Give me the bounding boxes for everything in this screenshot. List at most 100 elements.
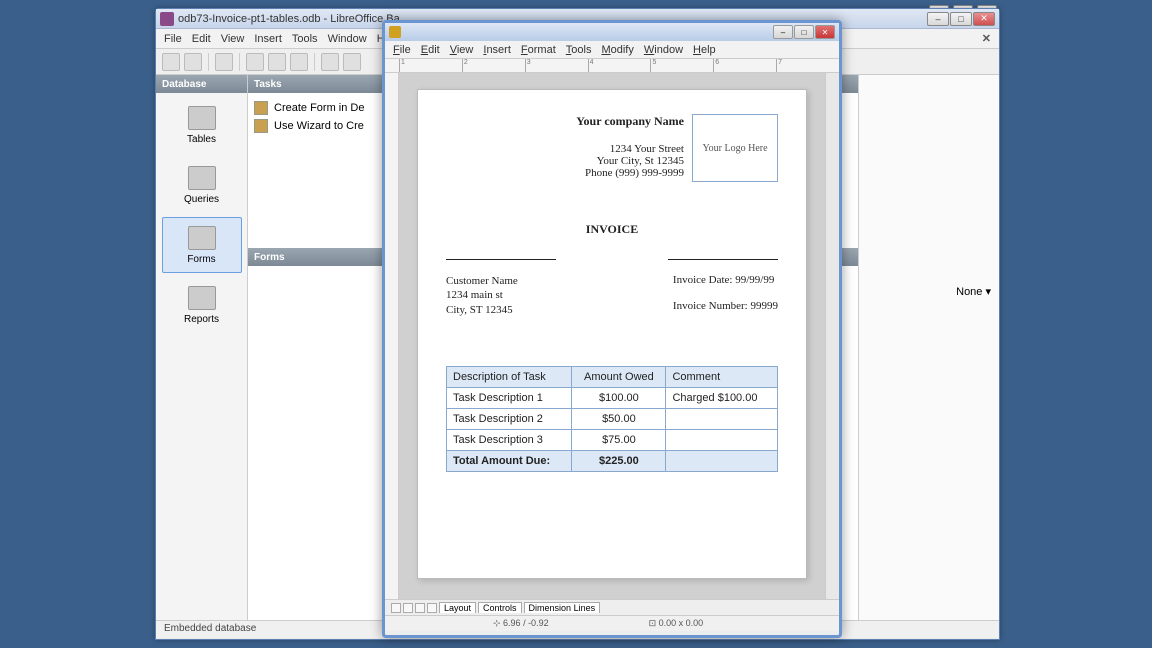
- invoice-date: Invoice Date: 99/99/99: [673, 274, 778, 286]
- writer-titlebar[interactable]: – □ ✕: [385, 23, 839, 41]
- status-coords: ⊹ 6.96 / -0.92: [493, 618, 549, 629]
- base-close-button[interactable]: ✕: [973, 12, 995, 26]
- menu-window[interactable]: Window: [328, 33, 367, 45]
- queries-icon: [188, 166, 216, 190]
- db-item-label: Queries: [184, 194, 219, 205]
- writer-maximize-button[interactable]: □: [794, 25, 814, 39]
- document-page[interactable]: Your company Name 1234 Your Street Your …: [417, 89, 807, 579]
- writer-close-button[interactable]: ✕: [815, 25, 835, 39]
- toolbar-separator: [208, 53, 209, 71]
- writer-window: – □ ✕ File Edit View Insert Format Tools…: [382, 20, 842, 638]
- ruler-tick: 5: [650, 59, 713, 72]
- th-amount: Amount Owed: [572, 367, 666, 388]
- toolbar-new-icon[interactable]: [162, 53, 180, 71]
- tab-nav-last-icon[interactable]: [427, 603, 437, 613]
- ruler-tick: 4: [588, 59, 651, 72]
- menu-edit[interactable]: Edit: [192, 33, 211, 45]
- toolbar-save-icon[interactable]: [215, 53, 233, 71]
- invoice-table[interactable]: Description of Task Amount Owed Comment …: [446, 366, 778, 472]
- divider-line: [446, 259, 556, 260]
- tab-controls[interactable]: Controls: [478, 602, 522, 613]
- tab-nav-next-icon[interactable]: [415, 603, 425, 613]
- database-panel-header: Database: [156, 75, 247, 93]
- invoice-number: Invoice Number: 99999: [673, 300, 778, 312]
- writer-canvas: Your company Name 1234 Your Street Your …: [385, 73, 839, 599]
- tab-nav-prev-icon[interactable]: [403, 603, 413, 613]
- tab-layout[interactable]: Layout: [439, 602, 476, 613]
- th-comment: Comment: [666, 367, 778, 388]
- wmenu-edit[interactable]: Edit: [421, 44, 440, 56]
- customer-name: Customer Name: [446, 274, 518, 288]
- company-phone: Phone (999) 999-9999: [576, 167, 684, 179]
- wmenu-modify[interactable]: Modify: [601, 44, 633, 56]
- cell-amount: $100.00: [572, 388, 666, 409]
- tab-nav-first-icon[interactable]: [391, 603, 401, 613]
- table-row[interactable]: Task Description 1 $100.00 Charged $100.…: [447, 388, 778, 409]
- toolbar-separator: [314, 53, 315, 71]
- table-row[interactable]: Task Description 2 $50.00: [447, 409, 778, 430]
- base-maximize-button[interactable]: □: [950, 12, 972, 26]
- base-minimize-button[interactable]: –: [927, 12, 949, 26]
- tab-dimension[interactable]: Dimension Lines: [524, 602, 601, 613]
- menu-view[interactable]: View: [221, 33, 245, 45]
- horizontal-ruler[interactable]: 1 2 3 4 5 6 7: [385, 59, 839, 73]
- writer-tab-bar: Layout Controls Dimension Lines: [385, 599, 839, 615]
- toolbar-sort-icon[interactable]: [290, 53, 308, 71]
- menu-tools[interactable]: Tools: [292, 33, 318, 45]
- wmenu-insert[interactable]: Insert: [483, 44, 511, 56]
- divider-line: [668, 259, 778, 260]
- cell-amount: $50.00: [572, 409, 666, 430]
- logo-placeholder[interactable]: Your Logo Here: [692, 114, 778, 182]
- total-blank: [666, 451, 778, 472]
- none-dropdown[interactable]: None ▾: [956, 286, 991, 298]
- vertical-ruler[interactable]: [385, 73, 399, 599]
- invoice-title: INVOICE: [446, 222, 778, 237]
- toolbar-open-icon[interactable]: [184, 53, 202, 71]
- base-app-icon: [160, 12, 174, 26]
- wmenu-tools[interactable]: Tools: [566, 44, 592, 56]
- toolbar-copy-icon[interactable]: [246, 53, 264, 71]
- writer-menubar: File Edit View Insert Format Tools Modif…: [385, 41, 839, 59]
- cell-desc: Task Description 3: [447, 430, 572, 451]
- db-item-forms[interactable]: Forms: [162, 217, 242, 273]
- company-city: Your City, St 12345: [576, 155, 684, 167]
- table-row[interactable]: Task Description 3 $75.00: [447, 430, 778, 451]
- inner-close-button[interactable]: ✕: [982, 32, 991, 45]
- cell-amount: $75.00: [572, 430, 666, 451]
- wizard-icon: [254, 119, 268, 133]
- writer-statusbar: ⊹ 6.96 / -0.92 ⊡ 0.00 x 0.00: [385, 615, 839, 631]
- cell-comment: Charged $100.00: [666, 388, 778, 409]
- menu-file[interactable]: File: [164, 33, 182, 45]
- status-size: ⊡ 0.00 x 0.00: [649, 618, 704, 629]
- db-item-queries[interactable]: Queries: [162, 157, 242, 213]
- toolbar-help-icon[interactable]: [343, 53, 361, 71]
- vertical-scrollbar[interactable]: [825, 73, 839, 599]
- toolbar-paste-icon[interactable]: [268, 53, 286, 71]
- base-title: odb73-Invoice-pt1-tables.odb - LibreOffi…: [178, 13, 400, 25]
- wmenu-help[interactable]: Help: [693, 44, 716, 56]
- cell-comment: [666, 430, 778, 451]
- db-item-tables[interactable]: Tables: [162, 97, 242, 153]
- table-header-row: Description of Task Amount Owed Comment: [447, 367, 778, 388]
- company-street: 1234 Your Street: [576, 143, 684, 155]
- customer-street: 1234 main st: [446, 288, 518, 302]
- company-info: Your company Name 1234 Your Street Your …: [576, 114, 684, 182]
- wmenu-view[interactable]: View: [450, 44, 474, 56]
- ruler-tick: 7: [776, 59, 839, 72]
- page-viewport[interactable]: Your company Name 1234 Your Street Your …: [399, 73, 825, 599]
- toolbar-form-icon[interactable]: [321, 53, 339, 71]
- wmenu-format[interactable]: Format: [521, 44, 556, 56]
- forms-icon: [188, 226, 216, 250]
- company-name: Your company Name: [576, 114, 684, 129]
- task-label: Use Wizard to Cre: [274, 120, 364, 132]
- wmenu-file[interactable]: File: [393, 44, 411, 56]
- db-item-reports[interactable]: Reports: [162, 277, 242, 333]
- reports-icon: [188, 286, 216, 310]
- wmenu-window[interactable]: Window: [644, 44, 683, 56]
- ruler-tick: 2: [462, 59, 525, 72]
- cell-desc: Task Description 1: [447, 388, 572, 409]
- form-design-icon: [254, 101, 268, 115]
- desktop: odb73-Invoice-pt1-tables.odb - LibreOffi…: [0, 0, 1152, 648]
- writer-minimize-button[interactable]: –: [773, 25, 793, 39]
- menu-insert[interactable]: Insert: [254, 33, 282, 45]
